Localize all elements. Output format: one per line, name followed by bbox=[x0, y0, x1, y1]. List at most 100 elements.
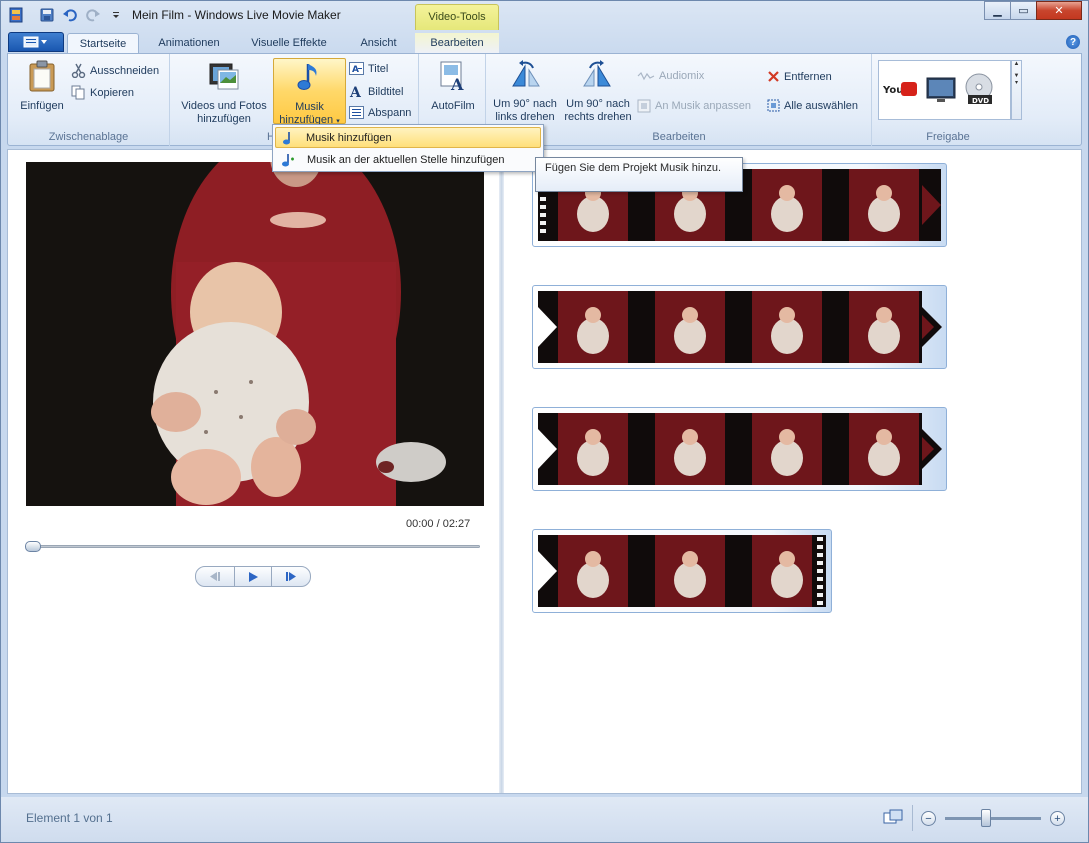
seek-thumb[interactable] bbox=[25, 541, 41, 552]
film-frames-3 bbox=[538, 413, 922, 485]
menu-item-add-music[interactable]: Musik hinzufügen bbox=[275, 127, 541, 148]
menu-item-add-music-at-position[interactable]: Musik an der aktuellen Stelle hinzufügen bbox=[275, 149, 541, 170]
copy-label: Kopieren bbox=[90, 86, 135, 99]
title-button[interactable]: A Titel bbox=[349, 62, 388, 75]
undo-icon[interactable] bbox=[61, 6, 78, 23]
playback-controls bbox=[195, 566, 311, 587]
credits-icon bbox=[349, 106, 364, 119]
tab-visuelle-effekte[interactable]: Visuelle Effekte bbox=[239, 33, 339, 53]
storyboard-strip-2[interactable] bbox=[532, 285, 947, 369]
rotate-left-button[interactable]: Um 90° nach links drehen bbox=[490, 60, 560, 124]
thumbnail-size-icon[interactable] bbox=[883, 809, 903, 830]
cut-button[interactable]: Ausschneiden bbox=[71, 63, 159, 78]
credits-button[interactable]: Abspann bbox=[349, 106, 411, 119]
svg-text:A: A bbox=[349, 85, 362, 99]
redo-icon[interactable] bbox=[84, 6, 101, 23]
copy-button[interactable]: Kopieren bbox=[71, 85, 134, 100]
rotate-right-label-1: Um 90° nach bbox=[566, 98, 630, 110]
previous-frame-button[interactable] bbox=[195, 566, 235, 587]
play-button[interactable] bbox=[234, 566, 272, 587]
clipboard-icon bbox=[14, 60, 70, 96]
maximize-button[interactable]: ▭ bbox=[1010, 1, 1037, 20]
film-frames-image-2 bbox=[538, 291, 922, 363]
audiomix-icon bbox=[637, 71, 655, 81]
select-all-button[interactable]: Alle auswählen bbox=[767, 99, 858, 112]
zoom-out-button[interactable]: − bbox=[921, 811, 936, 826]
tab-bearbeiten[interactable]: Bearbeiten bbox=[415, 33, 499, 53]
qat-dropdown-icon[interactable] bbox=[107, 6, 124, 23]
add-videos-photos-button[interactable]: Videos und Fotos hinzufügen bbox=[175, 60, 273, 126]
caption-label: Bildtitel bbox=[368, 85, 404, 98]
group-label-share: Freigabe bbox=[926, 131, 970, 143]
tab-ansicht[interactable]: Ansicht bbox=[346, 33, 411, 53]
zoom-track[interactable] bbox=[945, 817, 1041, 820]
select-all-icon bbox=[767, 99, 780, 112]
fit-to-music-label: An Musik anpassen bbox=[655, 100, 751, 112]
rotate-right-button[interactable]: Um 90° nach rechts drehen bbox=[561, 60, 635, 124]
autofilm-button[interactable]: A AutoFilm bbox=[423, 60, 483, 113]
caption-button[interactable]: A Bildtitel bbox=[349, 84, 403, 99]
seek-bar[interactable] bbox=[25, 541, 480, 552]
group-label-edit: Bearbeiten bbox=[652, 131, 706, 143]
zoom-control: − + bbox=[921, 809, 1067, 829]
svg-text:DVD: DVD bbox=[972, 97, 989, 105]
application-menu-button[interactable] bbox=[8, 32, 64, 52]
tab-animationen[interactable]: Animationen bbox=[144, 33, 234, 53]
video-frame-image bbox=[26, 162, 484, 506]
status-divider bbox=[912, 805, 913, 831]
video-preview[interactable] bbox=[26, 162, 484, 506]
remove-x-icon bbox=[768, 71, 779, 82]
storyboard-strip-4[interactable] bbox=[532, 529, 832, 613]
music-note-icon bbox=[274, 61, 345, 97]
rotate-right-label-2: rechts drehen bbox=[564, 111, 632, 123]
rotate-right-icon bbox=[561, 60, 635, 94]
strip-arrow-3 bbox=[922, 429, 942, 469]
help-icon[interactable]: ? bbox=[1066, 35, 1080, 49]
save-icon[interactable] bbox=[38, 6, 55, 23]
monitor-icon[interactable] bbox=[925, 75, 957, 105]
play-icon bbox=[249, 571, 258, 582]
main-content: 00:00 / 02:27 bbox=[7, 149, 1082, 794]
time-display: 00:00 / 02:27 bbox=[406, 518, 471, 530]
videos-photos-icon bbox=[175, 60, 273, 96]
preview-pane: 00:00 / 02:27 bbox=[8, 150, 499, 793]
window-controls: ▁ ▭ ✕ bbox=[984, 1, 1082, 20]
strip-arrow-2 bbox=[922, 307, 942, 347]
film-frames-4 bbox=[538, 535, 826, 607]
add-videos-label-1: Videos und Fotos bbox=[181, 100, 267, 112]
menu-item-add-music-at-position-label: Musik an der aktuellen Stelle hinzufügen bbox=[307, 153, 505, 166]
next-frame-button[interactable] bbox=[271, 566, 311, 587]
fit-to-music-button[interactable]: An Musik anpassen bbox=[637, 99, 751, 113]
credits-label: Abspann bbox=[368, 106, 412, 119]
share-gallery: YouTube DVD bbox=[878, 60, 1011, 120]
status-text: Element 1 von 1 bbox=[26, 811, 113, 825]
autofilm-icon: A bbox=[423, 60, 483, 96]
storyboard-strip-3[interactable] bbox=[532, 407, 947, 491]
rotate-left-label-2: links drehen bbox=[495, 111, 555, 123]
zoom-slider-thumb[interactable] bbox=[981, 809, 992, 827]
title-label: Titel bbox=[368, 62, 389, 75]
tab-startseite[interactable]: Startseite bbox=[67, 33, 139, 53]
app-icon[interactable] bbox=[7, 6, 24, 23]
group-edit: Um 90° nach links drehen Um 90° nach rec… bbox=[487, 54, 872, 146]
ribbon-tabs: Startseite Animationen Visuelle Effekte … bbox=[1, 30, 1088, 53]
window-title: Mein Film - Windows Live Movie Maker bbox=[132, 8, 341, 22]
quick-access-toolbar bbox=[7, 6, 124, 23]
rotate-left-label-1: Um 90° nach bbox=[493, 98, 557, 110]
dvd-icon[interactable]: DVD bbox=[963, 73, 997, 107]
app-window: Mein Film - Windows Live Movie Maker Vid… bbox=[0, 0, 1089, 843]
group-share: YouTube DVD ▲▼▾ Freigabe bbox=[873, 54, 1023, 146]
audiomix-button[interactable]: Audiomix bbox=[637, 70, 704, 82]
remove-button[interactable]: Entfernen bbox=[767, 70, 832, 83]
zoom-in-button[interactable]: + bbox=[1050, 811, 1065, 826]
share-gallery-scroll[interactable]: ▲ ▼ ▾ bbox=[1011, 60, 1022, 120]
paste-label: Einfügen bbox=[20, 100, 64, 112]
paste-button[interactable]: Einfügen bbox=[14, 60, 70, 113]
minimize-button[interactable]: ▁ bbox=[984, 1, 1011, 20]
group-clipboard: Einfügen Ausschneiden Kopieren Zwischena… bbox=[8, 54, 170, 146]
copy-icon bbox=[71, 85, 85, 100]
add-music-button[interactable]: Musik hinzufügen ▾ bbox=[273, 58, 346, 126]
add-music-menu: Musik hinzufügen Musik an der aktuellen … bbox=[272, 124, 544, 172]
youtube-icon[interactable]: YouTube bbox=[882, 81, 930, 97]
close-button[interactable]: ✕ bbox=[1036, 1, 1082, 20]
